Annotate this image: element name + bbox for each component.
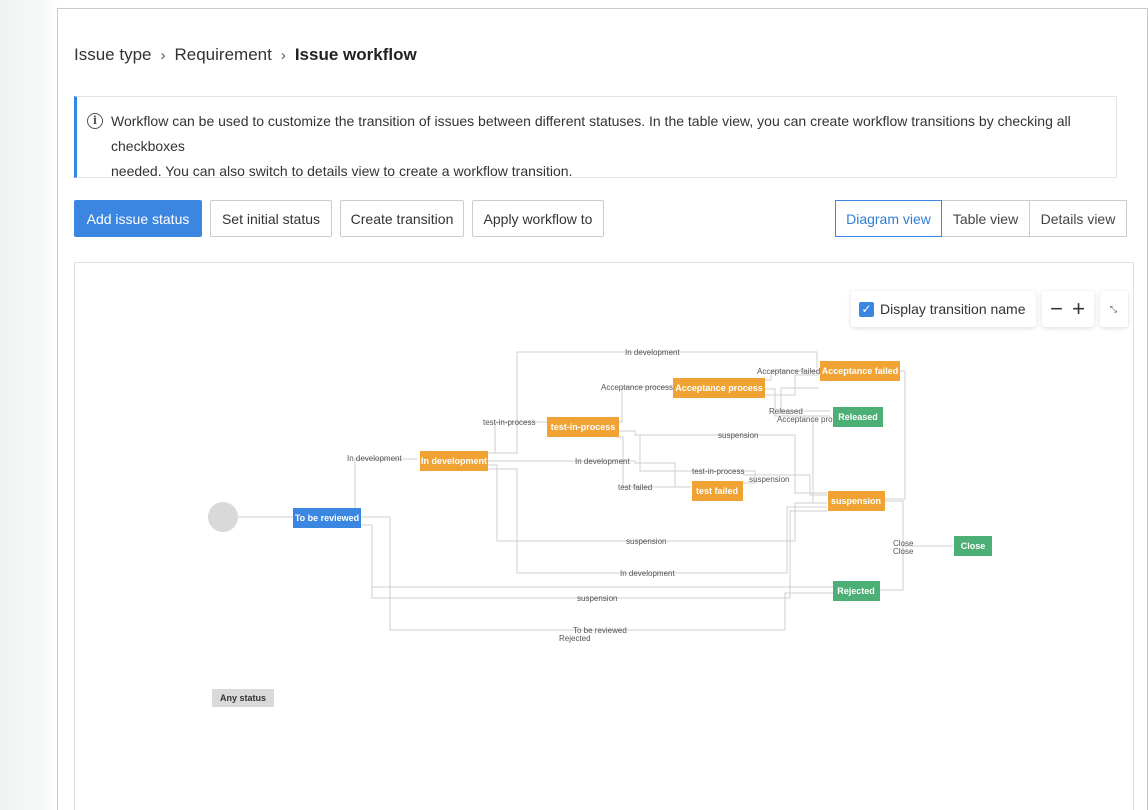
edge-reviewed-suspension	[355, 510, 827, 599]
node-label: Released	[838, 412, 878, 422]
info-icon: i	[87, 113, 103, 129]
breadcrumb-requirement[interactable]: Requirement	[175, 45, 272, 65]
view-switcher: Diagram view Table view Details view	[835, 200, 1127, 237]
tab-diagram-view[interactable]: Diagram view	[835, 200, 942, 237]
edge-afailed-suspension	[885, 370, 906, 500]
edge-label: suspension	[577, 594, 617, 603]
node-label: suspension	[831, 496, 881, 506]
edge-test-to-acc	[615, 386, 672, 423]
edge-released-suspension	[812, 415, 827, 504]
edge-label: suspension	[749, 475, 789, 484]
node-label: test failed	[696, 486, 738, 496]
workflow-panel: Issue type › Requirement › Issue workflo…	[57, 8, 1148, 810]
create-transition-button[interactable]: Create transition	[340, 200, 464, 237]
add-issue-status-button[interactable]: Add issue status	[74, 200, 202, 237]
edge-failed-back	[765, 374, 819, 396]
node-label: Rejected	[837, 586, 875, 596]
edge-dev-bottom	[487, 468, 827, 574]
edge-reviewed-rejected	[371, 525, 833, 588]
edge-label: In development	[347, 454, 402, 463]
edge-label: Acceptance process	[601, 383, 673, 392]
edge-label: suspension	[626, 537, 666, 546]
info-banner: i Workflow can be used to customize the …	[74, 96, 1117, 179]
apply-workflow-button[interactable]: Apply workflow to	[472, 200, 604, 237]
node-label: Close	[961, 541, 986, 551]
edge-label: suspension	[718, 431, 758, 440]
edge-label: In development	[575, 457, 630, 466]
start-node[interactable]	[208, 502, 238, 532]
set-initial-status-button[interactable]: Set initial status	[210, 200, 332, 237]
node-any-status[interactable]: Any status	[212, 689, 275, 707]
tab-details-view[interactable]: Details view	[1029, 200, 1127, 237]
breadcrumb-issue-type[interactable]: Issue type	[74, 45, 152, 65]
node-label: In development	[421, 456, 487, 466]
node-label: To be reviewed	[295, 513, 359, 523]
edge-label: Close	[893, 547, 914, 556]
nodes: To be reviewed In development test-in-pr…	[293, 361, 992, 601]
chevron-right-icon: ›	[160, 46, 166, 64]
edge-label: In development	[620, 569, 675, 578]
edge-label: Acceptance failed	[757, 367, 820, 376]
chevron-right-icon: ›	[280, 46, 286, 64]
info-text-line-2: needed. You can also switch to details v…	[111, 163, 573, 179]
node-label: test-in-process	[551, 422, 616, 432]
node-label: Acceptance process	[675, 383, 763, 393]
edge-label: Rejected	[559, 634, 591, 643]
workflow-graph: In development In development test-in-pr…	[208, 348, 992, 643]
edge-label: In development	[625, 348, 680, 357]
node-label: Acceptance failed	[822, 366, 899, 376]
edge-label: test-in-process	[692, 467, 744, 476]
breadcrumb-current: Issue workflow	[294, 45, 417, 64]
breadcrumb: Issue type › Requirement › Issue workflo…	[74, 45, 417, 65]
tab-table-view[interactable]: Table view	[941, 200, 1030, 237]
edge-reviewed-to-dev	[345, 458, 418, 510]
edge-label: test-in-process	[483, 418, 535, 427]
info-text-line-1: Workflow can be used to customize the tr…	[111, 113, 1071, 154]
workflow-diagram[interactable]: ✓ Display transition name − + ⤡ In devel…	[74, 262, 1134, 810]
edge-label: test failed	[618, 483, 652, 492]
